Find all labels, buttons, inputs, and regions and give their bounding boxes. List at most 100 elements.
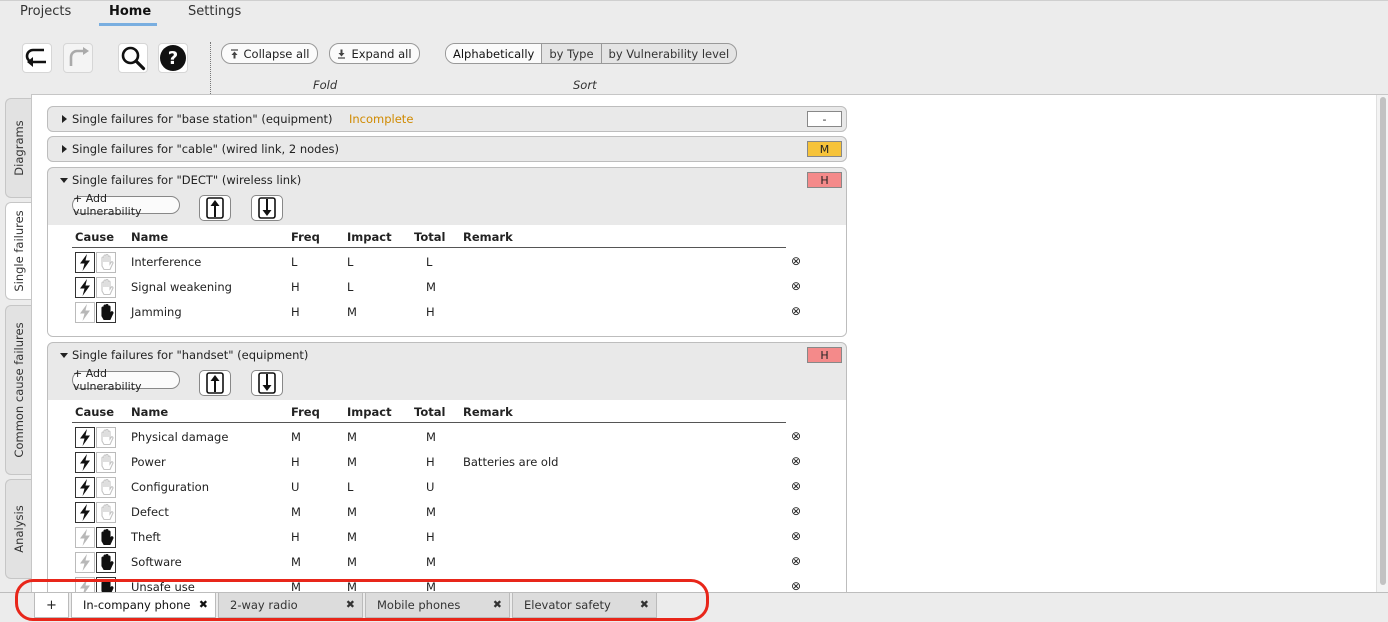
table-row[interactable]: Power H M H Batteries are old ⊗ <box>48 450 846 475</box>
add-vulnerability-button[interactable]: + Add vulnerability <box>72 192 180 218</box>
human-cause-hand-icon[interactable] <box>96 552 116 573</box>
vulnerability-name[interactable]: Defect <box>131 505 169 519</box>
vulnerability-name[interactable]: Physical damage <box>131 430 228 444</box>
table-row[interactable]: Physical damage M M M ⊗ <box>48 425 846 450</box>
natural-cause-bolt-icon[interactable] <box>75 252 95 273</box>
vulnerability-name[interactable]: Unsafe use <box>131 580 195 592</box>
impact-value[interactable]: L <box>347 280 353 294</box>
move-down-button[interactable] <box>251 370 283 396</box>
redo-button[interactable] <box>63 43 93 73</box>
freq-value[interactable]: U <box>291 480 299 494</box>
side-tab-common-cause-failures[interactable]: Common cause failures <box>5 305 31 475</box>
close-tab-icon[interactable]: ✖ <box>493 598 502 611</box>
natural-cause-bolt-icon[interactable] <box>75 552 95 573</box>
side-tab-diagrams[interactable]: Diagrams <box>5 98 31 198</box>
vulnerability-name[interactable]: Signal weakening <box>131 280 232 294</box>
freq-value[interactable]: H <box>291 305 300 319</box>
move-up-button[interactable] <box>199 370 231 396</box>
menu-tab-home[interactable]: Home <box>109 4 151 19</box>
freq-value[interactable]: M <box>291 555 301 569</box>
sort-by-type[interactable]: by Type <box>541 44 600 63</box>
expand-all-button[interactable]: Expand all <box>329 43 420 64</box>
human-cause-hand-icon[interactable] <box>96 527 116 548</box>
panel-header[interactable]: Single failures for "DECT" (wireless lin… <box>48 168 846 194</box>
project-tab-elevator-safety[interactable]: Elevator safety ✖ <box>512 593 657 618</box>
collapse-all-button[interactable]: Collapse all <box>221 43 318 64</box>
delete-row-icon[interactable]: ⊗ <box>791 429 801 443</box>
table-row[interactable]: Theft H M H ⊗ <box>48 525 846 550</box>
side-tab-single-failures[interactable]: Single failures <box>5 202 31 300</box>
table-row[interactable]: Unsafe use M M M ⊗ <box>48 575 846 592</box>
impact-value[interactable]: M <box>347 580 357 592</box>
vulnerability-name[interactable]: Jamming <box>131 305 182 319</box>
add-vulnerability-button[interactable]: + Add vulnerability <box>72 367 180 393</box>
add-project-tab-button[interactable]: + <box>34 593 69 618</box>
panel-header[interactable]: Single failures for "handset" (equipment… <box>48 343 846 369</box>
remark-value[interactable]: Batteries are old <box>463 455 558 469</box>
scrollbar-thumb[interactable] <box>1380 97 1386 585</box>
impact-value[interactable]: L <box>347 255 353 269</box>
human-cause-hand-icon[interactable] <box>96 502 116 523</box>
sort-alphabetically[interactable]: Alphabetically <box>446 44 542 63</box>
freq-value[interactable]: H <box>291 280 300 294</box>
close-tab-icon[interactable]: ✖ <box>199 598 208 611</box>
menu-tab-projects[interactable]: Projects <box>20 4 71 19</box>
impact-value[interactable]: M <box>347 555 357 569</box>
human-cause-hand-icon[interactable] <box>96 302 116 323</box>
project-tab-2-way-radio[interactable]: 2-way radio ✖ <box>218 593 363 618</box>
natural-cause-bolt-icon[interactable] <box>75 577 95 592</box>
natural-cause-bolt-icon[interactable] <box>75 452 95 473</box>
natural-cause-bolt-icon[interactable] <box>75 502 95 523</box>
impact-value[interactable]: M <box>347 430 357 444</box>
delete-row-icon[interactable]: ⊗ <box>791 254 801 268</box>
sort-by-vulnerability-level[interactable]: by Vulnerability level <box>600 44 737 63</box>
impact-value[interactable]: L <box>347 480 353 494</box>
vulnerability-name[interactable]: Interference <box>131 255 201 269</box>
impact-value[interactable]: M <box>347 305 357 319</box>
search-button[interactable] <box>118 43 148 73</box>
human-cause-hand-icon[interactable] <box>96 427 116 448</box>
expand-triangle-icon[interactable] <box>62 145 67 153</box>
collapse-triangle-icon[interactable] <box>60 178 68 183</box>
natural-cause-bolt-icon[interactable] <box>75 277 95 298</box>
freq-value[interactable]: M <box>291 505 301 519</box>
close-tab-icon[interactable]: ✖ <box>640 598 649 611</box>
impact-value[interactable]: M <box>347 505 357 519</box>
table-row[interactable]: Defect M M M ⊗ <box>48 500 846 525</box>
table-row[interactable]: Jamming H M H ⊗ <box>48 300 846 325</box>
delete-row-icon[interactable]: ⊗ <box>791 554 801 568</box>
project-tab-in-company-phone[interactable]: In-company phone ✖ <box>71 593 216 618</box>
move-up-button[interactable] <box>199 195 231 221</box>
human-cause-hand-icon[interactable] <box>96 277 116 298</box>
delete-row-icon[interactable]: ⊗ <box>791 454 801 468</box>
human-cause-hand-icon[interactable] <box>96 452 116 473</box>
table-row[interactable]: Software M M M ⊗ <box>48 550 846 575</box>
impact-value[interactable]: M <box>347 455 357 469</box>
table-row[interactable]: Configuration U L U ⊗ <box>48 475 846 500</box>
project-tab-mobile-phones[interactable]: Mobile phones ✖ <box>365 593 510 618</box>
table-row[interactable]: Interference L L L ⊗ <box>48 250 846 275</box>
panel-header[interactable]: Single failures for "cable" (wired link,… <box>48 137 846 161</box>
panel-header[interactable]: Single failures for "base station" (equi… <box>48 107 846 131</box>
human-cause-hand-icon[interactable] <box>96 252 116 273</box>
freq-value[interactable]: H <box>291 530 300 544</box>
human-cause-hand-icon[interactable] <box>96 577 116 592</box>
natural-cause-bolt-icon[interactable] <box>75 427 95 448</box>
delete-row-icon[interactable]: ⊗ <box>791 504 801 518</box>
undo-button[interactable] <box>22 43 52 73</box>
freq-value[interactable]: M <box>291 430 301 444</box>
collapse-triangle-icon[interactable] <box>60 353 68 358</box>
freq-value[interactable]: H <box>291 455 300 469</box>
side-tab-analysis[interactable]: Analysis <box>5 479 31 579</box>
impact-value[interactable]: M <box>347 530 357 544</box>
delete-row-icon[interactable]: ⊗ <box>791 479 801 493</box>
human-cause-hand-icon[interactable] <box>96 477 116 498</box>
delete-row-icon[interactable]: ⊗ <box>791 579 801 592</box>
expand-triangle-icon[interactable] <box>62 115 67 123</box>
menu-tab-settings[interactable]: Settings <box>188 4 241 19</box>
delete-row-icon[interactable]: ⊗ <box>791 304 801 318</box>
natural-cause-bolt-icon[interactable] <box>75 527 95 548</box>
table-row[interactable]: Signal weakening H L M ⊗ <box>48 275 846 300</box>
freq-value[interactable]: M <box>291 580 301 592</box>
delete-row-icon[interactable]: ⊗ <box>791 279 801 293</box>
